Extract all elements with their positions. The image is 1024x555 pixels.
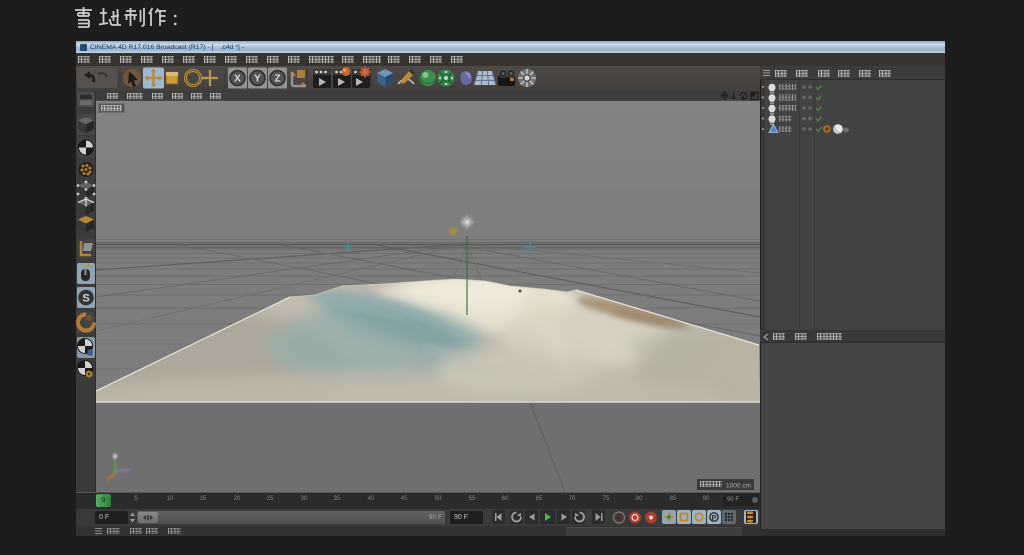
svg-text:Y: Y: [254, 74, 261, 85]
svg-text:X: X: [234, 74, 241, 85]
svg-text:1000 cm: 1000 cm: [726, 483, 751, 490]
svg-text:Z: Z: [274, 74, 280, 85]
svg-text:P: P: [711, 513, 716, 522]
svg-text:S: S: [82, 293, 89, 305]
